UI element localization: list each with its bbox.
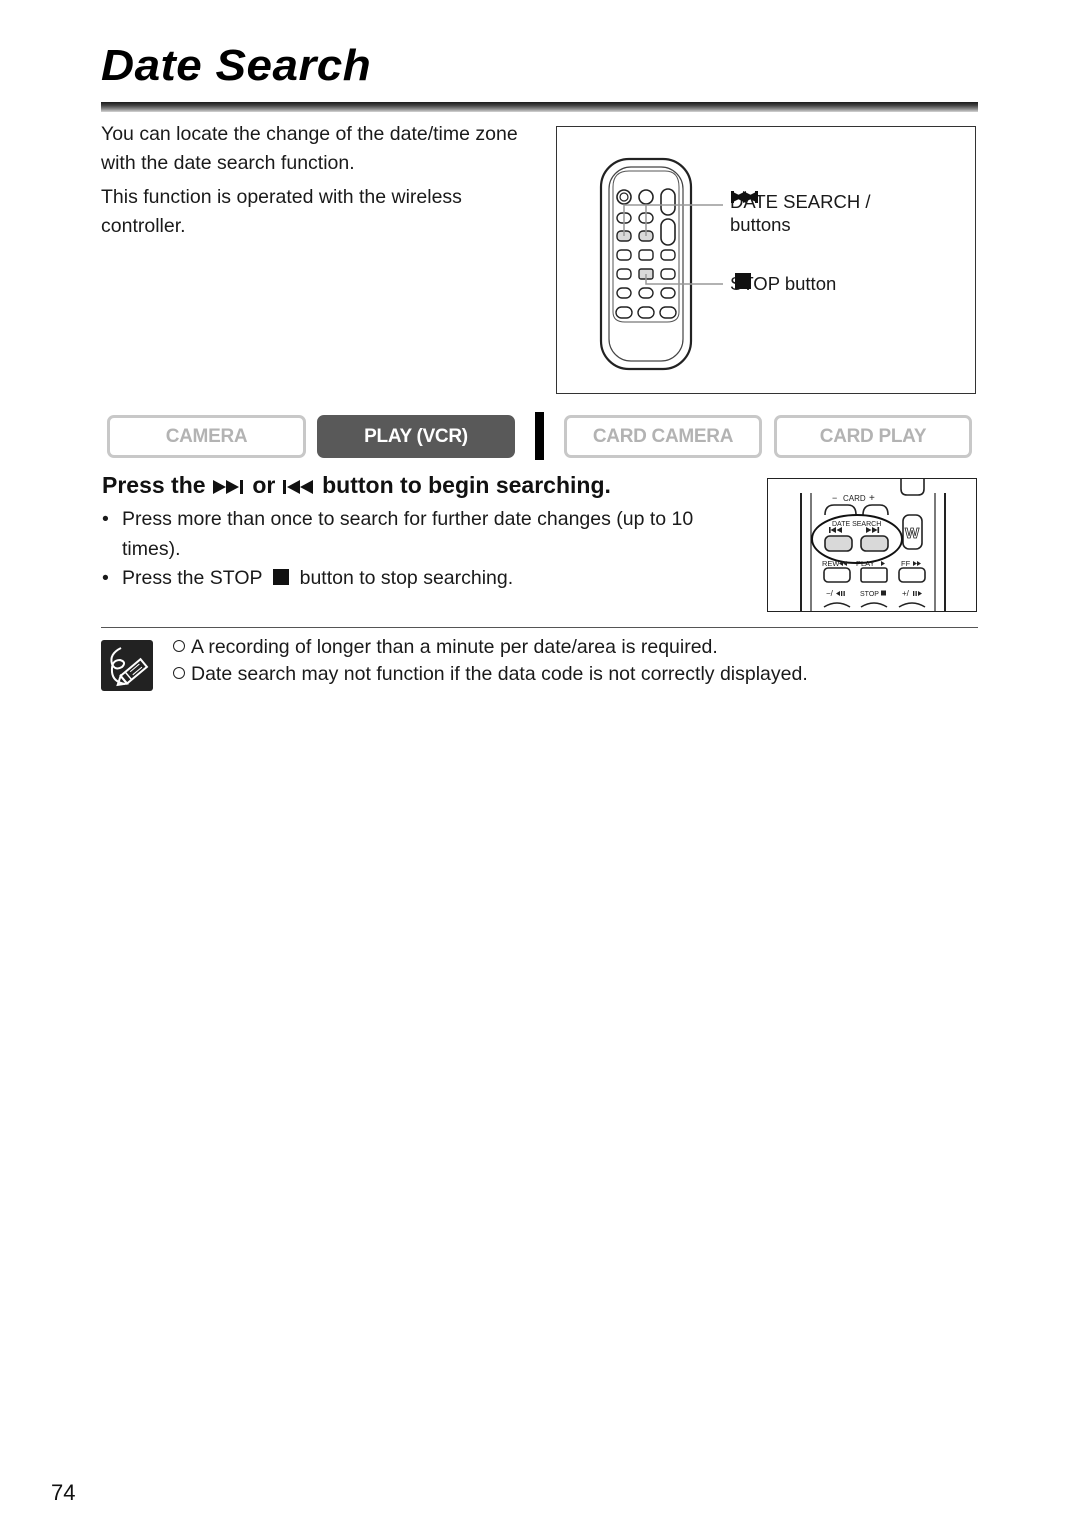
page-number: 74 — [51, 1480, 76, 1505]
svg-text:+: + — [869, 493, 875, 504]
step-heading-suffix: button to begin searching. — [322, 472, 611, 498]
stop-callout: STOP button — [730, 272, 836, 295]
step-bullet: Press the STOP button to stop searching. — [102, 564, 752, 594]
notes-list: A recording of longer than a minute per … — [173, 634, 808, 688]
bullet-circle-icon — [173, 667, 185, 680]
date-search-separator: / — [865, 191, 871, 212]
svg-text:W: W — [905, 525, 920, 542]
remote-controller-illustration — [599, 157, 723, 371]
stop-icon — [272, 568, 289, 585]
mode-tab-card-camera: CARD CAMERA — [564, 415, 762, 458]
date-search-callout: DATE SEARCH / buttons — [730, 190, 871, 236]
intro-paragraph: This function is operated with the wirel… — [101, 186, 462, 237]
mode-tab-camera: CAMERA — [107, 415, 306, 458]
svg-text:−/: −/ — [826, 589, 834, 598]
svg-text:+/: +/ — [902, 589, 910, 598]
step-heading-or: or — [252, 472, 276, 498]
remote-controller-figure: DATE SEARCH / buttons STOP button — [556, 126, 976, 394]
mode-tab-separator — [535, 412, 544, 460]
svg-text:CARD: CARD — [843, 494, 866, 503]
mode-tab-play-vcr: PLAY (VCR) — [317, 415, 515, 458]
skip-forward-icon — [212, 479, 243, 494]
step-heading-prefix: Press the — [102, 472, 206, 498]
bullet-circle-icon — [173, 640, 185, 653]
svg-text:FF: FF — [901, 559, 911, 568]
step-bullets: Press more than once to search for furth… — [102, 505, 752, 594]
skip-back-icon — [282, 479, 313, 494]
note-item: Date search may not function if the data… — [173, 661, 808, 688]
step-bullet: Press more than once to search for furth… — [102, 505, 752, 564]
svg-text:−: − — [832, 493, 837, 503]
note-text: Date search may not function if the data… — [191, 663, 808, 685]
note-pencil-icon — [101, 640, 153, 691]
skip-back-icon — [731, 191, 758, 203]
step-bullet-prefix: Press the STOP — [122, 567, 263, 589]
step-heading: Press the or button to begin searching. — [102, 472, 611, 499]
remote-closeup-illustration: − CARD + DATE SEARCH REW PLAY FF −/ STOP… — [800, 479, 946, 611]
svg-text:STOP: STOP — [860, 591, 879, 598]
svg-text:DATE SEARCH: DATE SEARCH — [832, 521, 881, 528]
stop-icon — [735, 273, 751, 289]
title-rule — [101, 102, 978, 112]
note-text: A recording of longer than a minute per … — [191, 636, 718, 658]
note-item: A recording of longer than a minute per … — [173, 634, 808, 661]
step-bullet-suffix: button to stop searching. — [299, 567, 514, 589]
page-title: Date Search — [101, 41, 372, 90]
intro-text: You can locate the change of the date/ti… — [101, 120, 541, 240]
mode-tab-card-play: CARD PLAY — [774, 415, 972, 458]
stop-suffix: button — [784, 273, 837, 294]
intro-paragraph: You can locate the change of the date/ti… — [101, 123, 518, 174]
remote-closeup-figure: − CARD + DATE SEARCH REW PLAY FF −/ STOP… — [767, 478, 977, 612]
date-search-suffix: buttons — [730, 214, 791, 235]
notes-divider — [101, 627, 978, 628]
